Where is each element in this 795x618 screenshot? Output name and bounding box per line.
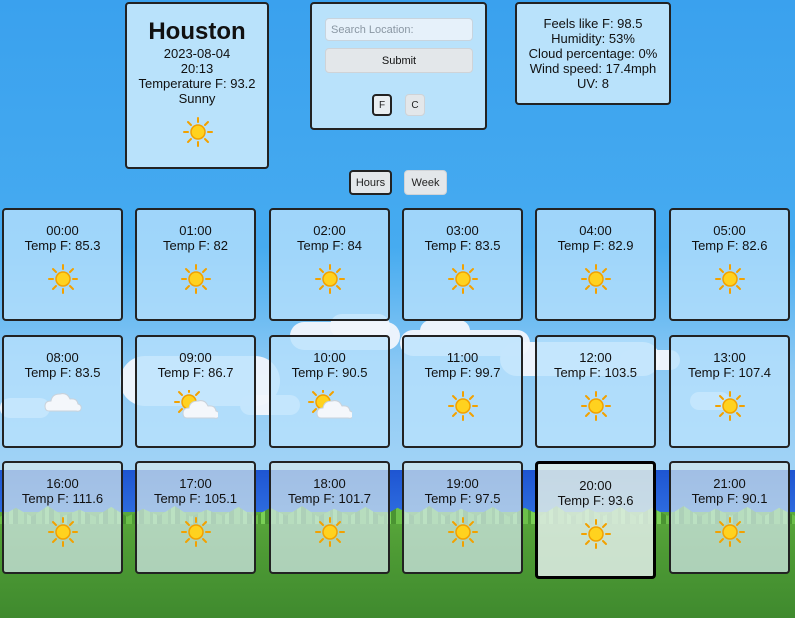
hour-card[interactable]: 08:00 Temp F: 83.5 [2,335,123,448]
hour-card[interactable]: 16:00 Temp F: 111.6 [2,461,123,574]
hour-temperature: Temp F: 97.5 [424,491,501,506]
sun-icon [714,264,745,294]
hour-card[interactable]: 02:00 Temp F: 84 [269,208,390,321]
hours-view-button[interactable]: Hours [349,170,392,195]
current-temperature: Temperature F: 93.2 [138,76,256,91]
sun-icon [580,519,611,549]
hour-time: 18:00 [313,476,346,491]
cloud-percentage: Cloud percentage: 0% [528,46,658,61]
sun-icon [447,264,478,294]
hour-card[interactable]: 03:00 Temp F: 83.5 [402,208,523,321]
sun-icon [314,264,345,294]
sun-icon [580,391,611,421]
humidity: Humidity: 53% [551,31,635,46]
hour-temperature: Temp F: 83.5 [424,238,501,253]
hour-temperature: Temp F: 90.1 [691,491,768,506]
hour-temperature: Temp F: 111.6 [21,491,104,506]
sun-icon [580,264,611,294]
hour-time: 05:00 [713,223,746,238]
hour-time: 08:00 [46,350,79,365]
hour-time: 13:00 [713,350,746,365]
sun-icon [447,391,478,421]
hour-card[interactable]: 12:00 Temp F: 103.5 [535,335,656,448]
hour-temperature: Temp F: 84 [296,238,363,253]
hour-temperature: Temp F: 83.5 [24,365,101,380]
search-panel: Submit F C [310,2,487,130]
hour-card[interactable]: 04:00 Temp F: 82.9 [535,208,656,321]
hour-temperature: Temp F: 82.6 [691,238,768,253]
hour-time: 10:00 [313,350,346,365]
hour-time: 03:00 [446,223,479,238]
cloud-icon [43,393,82,412]
hour-card[interactable]: 11:00 Temp F: 99.7 [402,335,523,448]
hour-card[interactable]: 00:00 Temp F: 85.3 [2,208,123,321]
unit-celsius-button[interactable]: C [405,94,425,116]
submit-button[interactable]: Submit [325,48,473,73]
current-date: 2023-08-04 [163,46,231,61]
hour-time: 09:00 [179,350,212,365]
hour-temperature: Temp F: 103.5 [553,365,638,380]
hour-time: 12:00 [579,350,612,365]
hour-card[interactable]: 21:00 Temp F: 90.1 [669,461,790,574]
search-location-input[interactable] [325,18,473,41]
hour-card[interactable]: 09:00 Temp F: 86.7 [135,335,256,448]
hour-card[interactable]: 17:00 Temp F: 105.1 [135,461,256,574]
hour-temperature: Temp F: 82.9 [557,238,634,253]
sun-icon [714,391,745,421]
sun-icon [714,517,745,547]
hour-card[interactable]: 20:00 Temp F: 93.6 [535,461,656,579]
hour-card[interactable]: 19:00 Temp F: 97.5 [402,461,523,574]
hour-temperature: Temp F: 99.7 [424,365,501,380]
current-condition: Sunny [178,91,216,106]
sun-icon [314,517,345,547]
partly-cloudy-icon [307,390,352,419]
sun-icon [183,117,213,147]
hour-card[interactable]: 01:00 Temp F: 82 [135,208,256,321]
hour-temperature: Temp F: 101.7 [287,491,372,506]
sun-icon [180,264,211,294]
hour-temperature: Temp F: 93.6 [557,493,634,508]
weather-details-panel: Feels like F: 98.5 Humidity: 53% Cloud p… [515,2,671,105]
hour-time: 11:00 [446,350,479,365]
partly-cloudy-icon [173,390,218,419]
hour-card[interactable]: 05:00 Temp F: 82.6 [669,208,790,321]
sun-icon [47,517,78,547]
hour-temperature: Temp F: 82 [162,238,229,253]
sun-icon [180,517,211,547]
current-weather-panel: Houston 2023-08-04 20:13 Temperature F: … [125,2,269,169]
unit-fahrenheit-button[interactable]: F [372,94,392,116]
hour-temperature: Temp F: 107.4 [687,365,772,380]
current-time: 20:13 [180,61,214,76]
sun-icon [47,264,78,294]
hour-temperature: Temp F: 105.1 [153,491,238,506]
hour-card[interactable]: 10:00 Temp F: 90.5 [269,335,390,448]
hour-time: 20:00 [579,478,612,493]
hour-card[interactable]: 13:00 Temp F: 107.4 [669,335,790,448]
hour-temperature: Temp F: 86.7 [157,365,234,380]
hour-temperature: Temp F: 90.5 [291,365,368,380]
hour-time: 02:00 [313,223,346,238]
sun-icon [447,517,478,547]
wind-speed: Wind speed: 17.4mph [529,61,657,76]
feels-like: Feels like F: 98.5 [543,16,643,31]
hour-time: 17:00 [179,476,212,491]
hour-time: 21:00 [713,476,746,491]
hour-temperature: Temp F: 85.3 [24,238,101,253]
hour-card[interactable]: 18:00 Temp F: 101.7 [269,461,390,574]
hour-time: 16:00 [46,476,79,491]
city-name: Houston [148,18,246,45]
week-view-button[interactable]: Week [404,170,447,195]
uv-index: UV: 8 [576,76,610,91]
hour-time: 04:00 [579,223,612,238]
hour-time: 01:00 [179,223,212,238]
hour-time: 19:00 [446,476,479,491]
hour-time: 00:00 [46,223,79,238]
